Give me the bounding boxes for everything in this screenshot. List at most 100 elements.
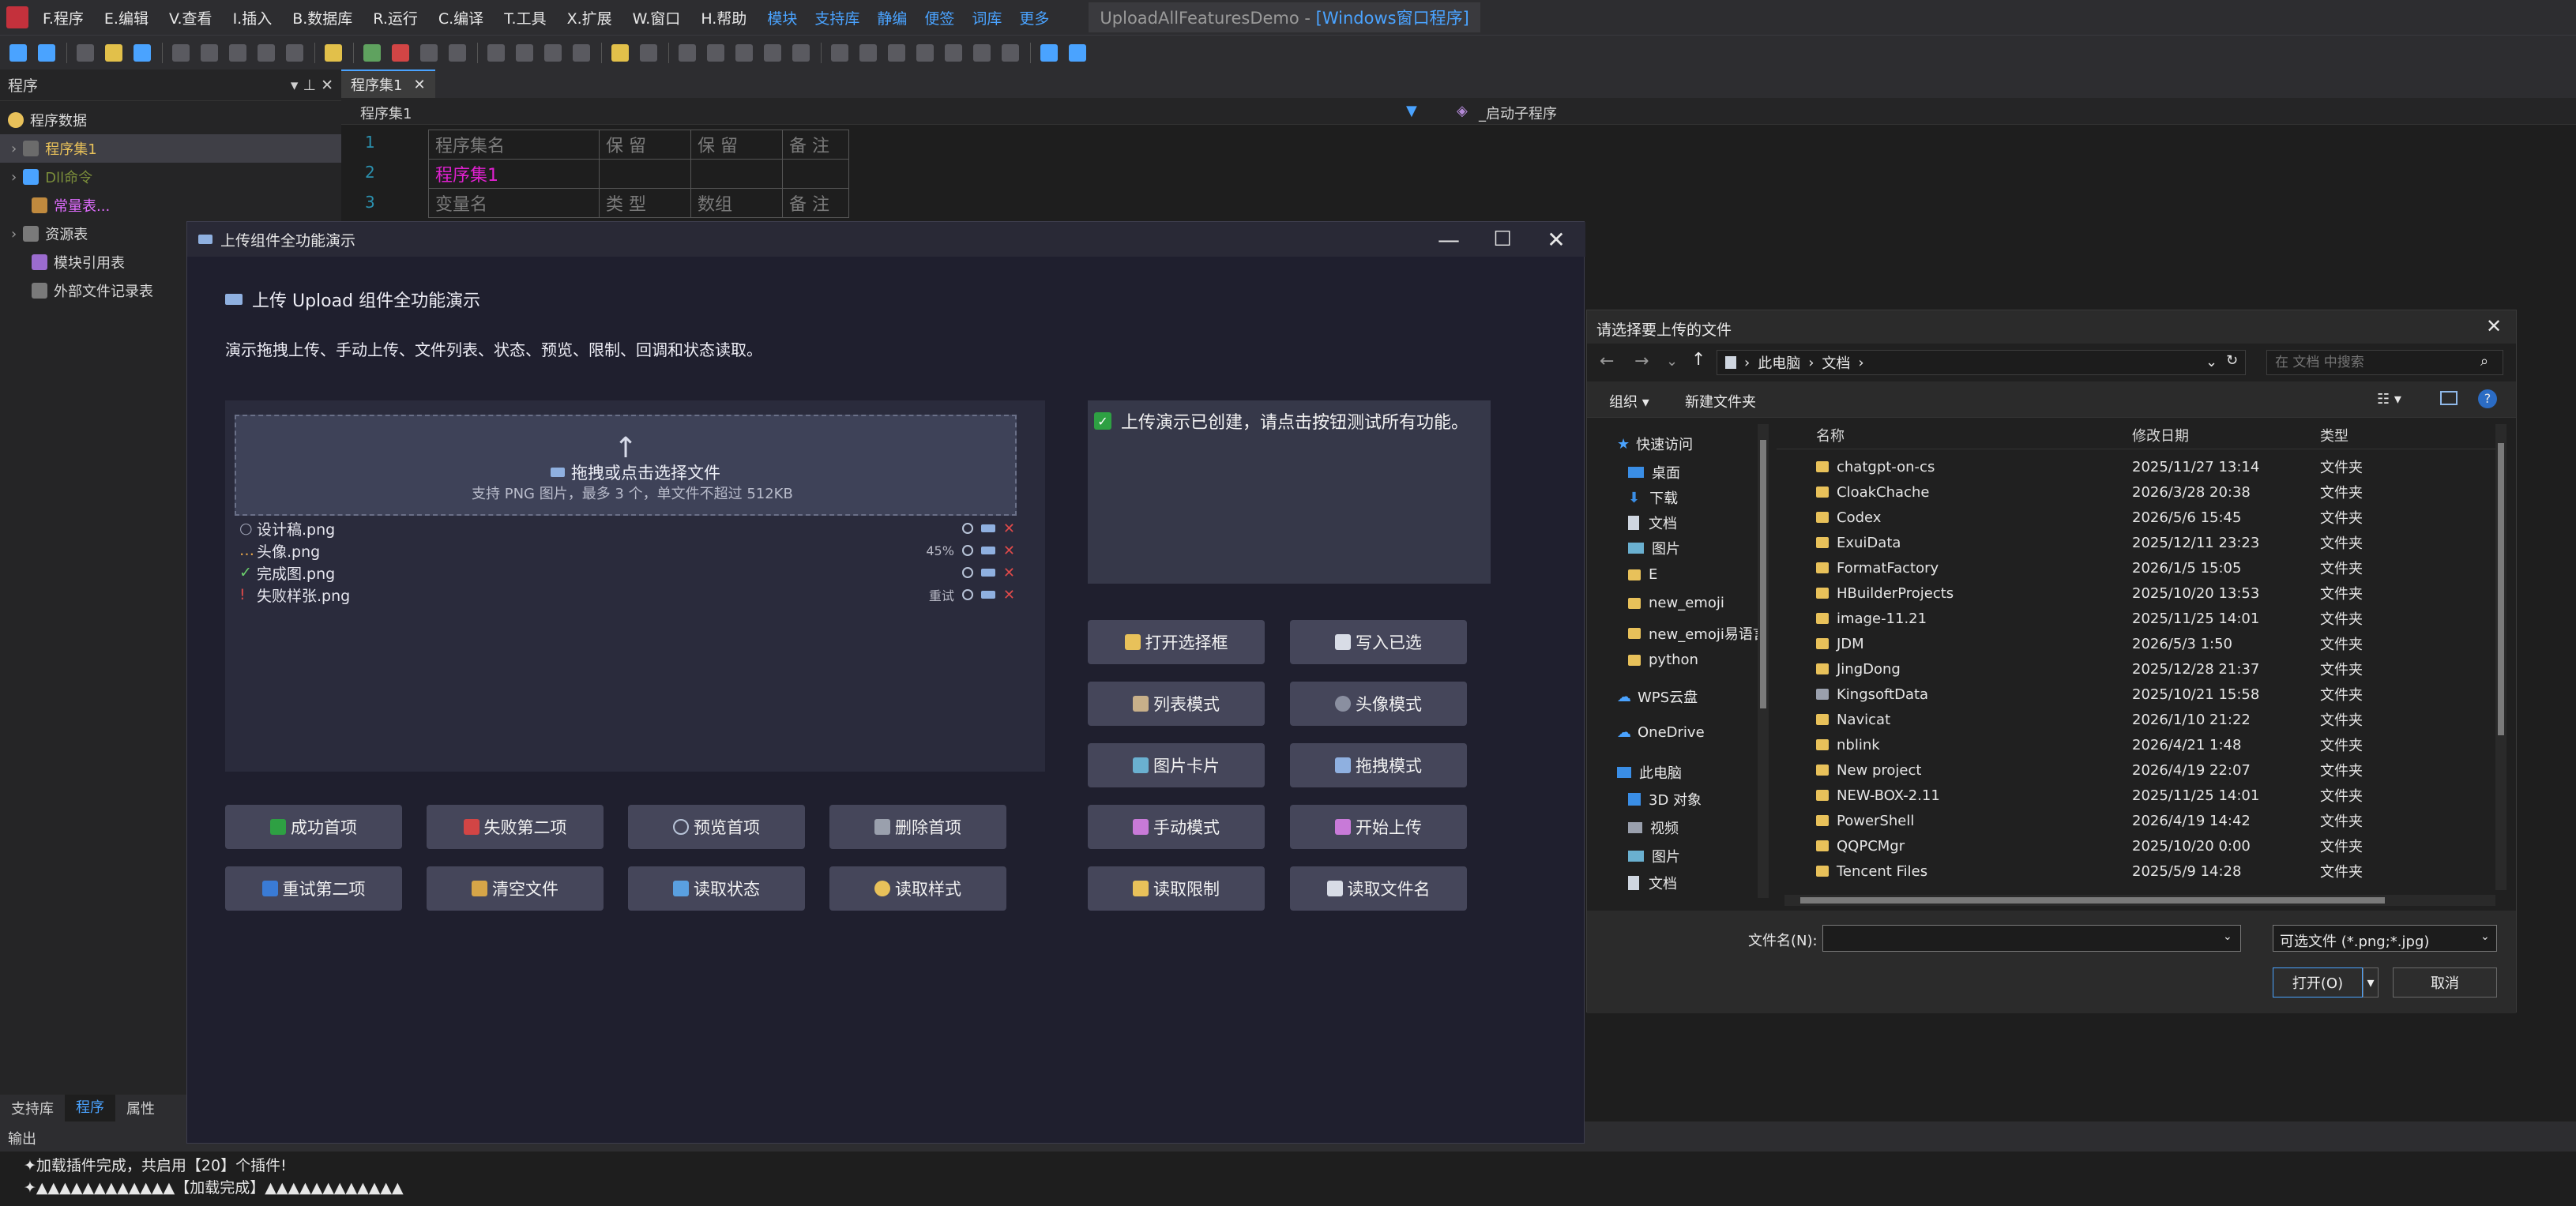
spacing-h-icon[interactable] [831,43,848,62]
tree-root[interactable]: 程序数据 [0,106,341,134]
undo-icon[interactable] [258,43,275,62]
file-row[interactable]: PowerShell 2026/4/19 14:42 文件夹 [1777,808,2503,833]
preview-icon[interactable] [961,545,973,556]
list-mode-button[interactable]: 列表模式 [1088,682,1265,726]
breakpoint-icon[interactable] [611,43,629,62]
nav-documents-pc[interactable]: 文档 [1628,873,1677,893]
nav-folder-new-emoji-yi[interactable]: new_emoji易语言 [1628,623,1767,644]
preview-first-button[interactable]: 预览首项 [628,805,805,849]
menu-tools[interactable]: T.工具 [504,7,546,28]
close-icon[interactable]: ✕ [413,77,425,93]
run-to-cursor-icon[interactable] [573,43,590,62]
drop-zone[interactable]: ↑ 拖拽或点击选择文件 支持 PNG 图片，最多 3 个，单文件不超过 512K… [235,415,1017,516]
file-item[interactable]: ! 失败样张.png 重试 ✕ [239,584,1029,606]
run-icon[interactable] [363,43,381,62]
open-picker-button[interactable]: 打开选择框 [1088,620,1265,664]
file-row[interactable]: JDM 2026/5/3 1:50 文件夹 [1777,631,2503,656]
delete-icon[interactable]: ✕ [1003,543,1015,559]
close-button[interactable]: ✕ [1529,222,1584,257]
link-support-lib[interactable]: 支持库 [814,7,859,28]
start-upload-button[interactable]: 开始上传 [1290,805,1467,849]
tree-item-assembly[interactable]: › 程序集1 [0,134,341,163]
menu-program[interactable]: F.程序 [43,7,84,28]
file-list-scrollbar[interactable] [2495,424,2506,890]
nav-pictures[interactable]: 图片 [1628,538,1680,558]
search-box[interactable]: ⌕ [2266,350,2503,375]
write-selected-button[interactable]: 写入已选 [1290,620,1467,664]
upload-icon[interactable] [980,569,995,577]
search-input[interactable] [2275,354,2473,371]
delete-first-button[interactable]: 删除首项 [829,805,1006,849]
restart-icon[interactable] [420,43,438,62]
nav-assembly[interactable]: 程序集1 [360,103,412,123]
tab-program[interactable]: 程序 [65,1095,115,1121]
delete-icon[interactable]: ✕ [1003,565,1015,581]
align-right-icon[interactable] [735,43,753,62]
up-icon[interactable]: ↑ [1691,350,1705,370]
organize-button[interactable]: 组织 ▾ [1609,391,1649,411]
nav-documents[interactable]: 文档 [1628,513,1677,533]
nav-videos[interactable]: 视频 [1628,817,1679,838]
nav-this-pc[interactable]: 此电脑 [1617,762,1682,783]
magic-wand-icon[interactable] [1040,43,1058,62]
upload-icon[interactable] [980,547,995,554]
manual-mode-button[interactable]: 手动模式 [1088,805,1265,849]
align-left-icon[interactable] [679,43,696,62]
help-icon[interactable]: ? [2478,389,2497,408]
new-file-icon[interactable] [77,43,94,62]
close-icon[interactable]: ✕ [2486,315,2502,337]
upload-icon[interactable] [980,524,995,532]
link-dictionary[interactable]: 词库 [972,7,1002,28]
find-icon[interactable] [325,43,342,62]
cancel-button[interactable]: 取消 [2393,967,2497,997]
minimize-button[interactable]: — [1421,222,1476,257]
menu-compile[interactable]: C.编译 [438,7,483,28]
same-height-icon[interactable] [916,43,934,62]
compile-icon[interactable] [449,43,466,62]
new-folder-button[interactable]: 新建文件夹 [1685,391,1756,411]
file-row[interactable]: Tencent Files 2025/5/9 14:28 文件夹 [1777,858,2503,884]
retry-link[interactable]: 重试 [929,585,954,604]
preview-pane-icon[interactable] [2440,391,2458,405]
avatar-mode-button[interactable]: 头像模式 [1290,682,1467,726]
nav-pictures-pc[interactable]: 图片 [1628,846,1680,866]
file-row[interactable]: nblink 2026/4/21 1:48 文件夹 [1777,732,2503,757]
menu-view[interactable]: V.查看 [169,7,212,28]
fail-second-button[interactable]: 失败第二项 [427,805,604,849]
tab-properties[interactable]: 属性 [115,1098,166,1118]
file-row[interactable]: NEW-BOX-2.11 2025/11/25 14:01 文件夹 [1777,783,2503,808]
align-bottom-icon[interactable] [792,43,810,62]
menu-extend[interactable]: X.扩展 [567,7,612,28]
link-notes[interactable]: 便签 [924,7,954,28]
link-module[interactable]: 模块 [767,7,797,28]
file-row[interactable]: QQPCMgr 2025/10/20 0:00 文件夹 [1777,833,2503,858]
file-row[interactable]: JingDong 2025/12/28 21:37 文件夹 [1777,656,2503,682]
retry-second-button[interactable]: 重试第二项 [225,866,402,911]
back-icon[interactable]: ← [1600,351,1614,371]
forward-icon[interactable] [38,43,55,62]
back-icon[interactable] [9,43,27,62]
view-options-icon[interactable]: ☷ ▾ [2377,391,2401,408]
link-more[interactable]: 更多 [1019,7,1049,28]
center-h-icon[interactable] [945,43,962,62]
step-out-icon[interactable] [544,43,562,62]
preview-icon[interactable] [961,589,973,600]
step-into-icon[interactable] [516,43,533,62]
drag-mode-button[interactable]: 拖拽模式 [1290,743,1467,787]
refresh-icon[interactable]: ↻ [2226,352,2238,369]
history-chevron-icon[interactable]: ⌄ [1666,353,1678,370]
menu-window[interactable]: W.窗口 [633,7,681,28]
horizontal-scrollbar[interactable] [1784,895,2495,906]
file-row[interactable]: New project 2026/4/19 22:07 文件夹 [1777,757,2503,783]
file-row[interactable]: Navicat 2026/1/10 21:22 文件夹 [1777,707,2503,732]
chevron-down-icon[interactable]: ⌄ [2206,354,2217,370]
tab-assembly1[interactable]: 程序集1 ✕ [341,70,435,98]
filename-input[interactable]: ⌄ [1822,925,2241,952]
file-row[interactable]: ExuiData 2025/12/11 23:23 文件夹 [1777,530,2503,555]
center-v-icon[interactable] [973,43,991,62]
tab-support-lib[interactable]: 支持库 [0,1098,65,1118]
align-top-icon[interactable] [764,43,781,62]
menu-run[interactable]: R.运行 [373,7,418,28]
panel-pin-close[interactable]: ▾ ⊥ ✕ [291,77,333,94]
preview-icon[interactable] [961,567,973,578]
